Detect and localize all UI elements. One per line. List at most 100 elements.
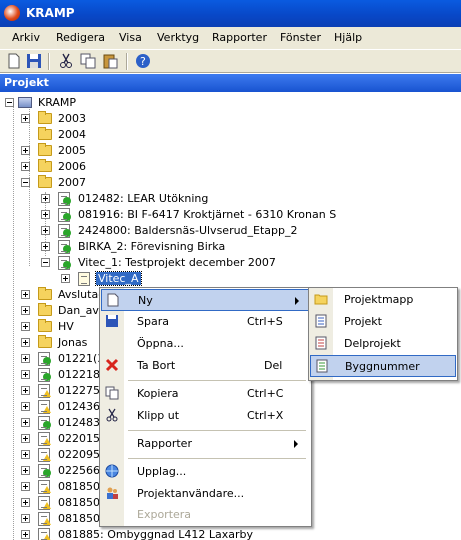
tree-node-selected[interactable]: Vitec_A xyxy=(0,271,200,287)
expand-toggle[interactable] xyxy=(21,290,30,299)
expand-toggle[interactable] xyxy=(41,226,50,235)
menu-item-spara[interactable]: Spara Ctrl+S xyxy=(101,311,310,333)
menu-item-projektanvandare[interactable]: Projektanvändare... xyxy=(101,483,310,505)
tree-node-folder[interactable]: Dan_avs xyxy=(0,303,110,319)
menu-item-rapporter[interactable]: Rapporter xyxy=(101,433,310,455)
menu-verktyg[interactable]: Verktyg xyxy=(157,31,199,44)
expand-toggle[interactable] xyxy=(21,354,30,363)
status-warning-icon xyxy=(43,502,51,509)
expand-toggle[interactable] xyxy=(41,210,50,219)
expand-toggle[interactable] xyxy=(21,466,30,475)
tree-node-project[interactable]: Vitec_1: Testprojekt december 2007 xyxy=(0,255,320,271)
tree-node-year[interactable]: 2004 xyxy=(0,127,200,143)
tree-node-label: 2424800: Baldersnäs-Ulvserud_Etapp_2 xyxy=(78,224,298,237)
collapse-toggle[interactable] xyxy=(41,258,50,267)
tree-node-year[interactable]: 2005 xyxy=(0,143,200,159)
expand-toggle[interactable] xyxy=(21,402,30,411)
tree-node-label: 012482: LEAR Utökning xyxy=(78,192,209,205)
folder-icon xyxy=(38,143,52,156)
cut-icon[interactable] xyxy=(58,53,74,69)
tree-node-project[interactable]: 01221(3 xyxy=(0,351,110,367)
help-icon[interactable]: ? xyxy=(135,53,151,69)
tree-node-project[interactable]: 012218- xyxy=(0,367,110,383)
submenu-item-byggnummer[interactable]: Byggnummer xyxy=(310,355,456,377)
tree-node-project[interactable]: 081885: Ombyggnad L412 Laxarby xyxy=(0,527,300,540)
tree-node-project[interactable]: 2424800: Baldersnäs-Ulvserud_Etapp_2 xyxy=(0,223,320,239)
project-icon xyxy=(38,464,51,478)
status-ok-icon xyxy=(43,373,51,381)
menu-item-label: Delprojekt xyxy=(344,337,401,350)
menu-fonster[interactable]: Fönster xyxy=(280,31,321,44)
menu-item-ta-bort[interactable]: Ta Bort Del xyxy=(101,355,310,377)
menu-redigera[interactable]: Redigera xyxy=(56,31,105,44)
submenu-item-projektmapp[interactable]: Projektmapp xyxy=(310,289,456,311)
folder-icon xyxy=(38,111,52,124)
expand-toggle[interactable] xyxy=(21,306,30,315)
tree-node-label: 2006 xyxy=(58,160,86,173)
expand-toggle[interactable] xyxy=(41,242,50,251)
collapse-toggle[interactable] xyxy=(5,98,14,107)
menu-separator xyxy=(128,380,306,381)
menu-item-ny[interactable]: Ny xyxy=(101,289,310,311)
expand-toggle[interactable] xyxy=(41,194,50,203)
tree-node-project[interactable]: 012436: xyxy=(0,399,110,415)
menu-hjalp[interactable]: Hjälp xyxy=(334,31,362,44)
tree-node-folder[interactable]: HV xyxy=(0,319,110,335)
tree-node-project[interactable]: 081850- xyxy=(0,495,110,511)
subproject-icon xyxy=(78,272,90,286)
expand-toggle[interactable] xyxy=(21,370,30,379)
expand-toggle[interactable] xyxy=(21,162,30,171)
tree-node-project[interactable]: 081916: BI F-6417 Kroktjärnet - 6310 Kro… xyxy=(0,207,336,223)
menu-item-kopiera[interactable]: Kopiera Ctrl+C xyxy=(101,383,310,405)
tree-node-project[interactable]: 022095: xyxy=(0,447,110,463)
toolbar: ? xyxy=(0,49,461,73)
menu-visa[interactable]: Visa xyxy=(119,31,142,44)
expand-toggle[interactable] xyxy=(21,498,30,507)
tree-node-year[interactable]: 2006 xyxy=(0,159,200,175)
tree-node-project[interactable]: 022015: xyxy=(0,431,110,447)
copy-icon[interactable] xyxy=(80,53,96,69)
new-icon[interactable] xyxy=(6,53,22,69)
menu-item-upplag[interactable]: Upplag... xyxy=(101,461,310,483)
tree-node-folder[interactable]: Avslutad xyxy=(0,287,110,303)
tree-node-project[interactable]: BIRKA_2: Förevisning Birka xyxy=(0,239,320,255)
menu-arkiv[interactable]: Arkiv xyxy=(12,31,40,44)
tree-node-year[interactable]: 2003 xyxy=(0,111,200,127)
submenu-item-delprojekt[interactable]: Delprojekt xyxy=(310,333,456,355)
tree-node-project[interactable]: 081850- xyxy=(0,511,110,527)
menu-item-oppna[interactable]: Öppna... xyxy=(101,333,310,355)
expand-toggle[interactable] xyxy=(21,482,30,491)
expand-toggle[interactable] xyxy=(21,450,30,459)
project-icon xyxy=(58,208,71,222)
folder-icon xyxy=(38,335,52,348)
expand-toggle[interactable] xyxy=(21,514,30,523)
expand-toggle[interactable] xyxy=(21,434,30,443)
tree-node-folder[interactable]: Jonas xyxy=(0,335,110,351)
expand-toggle[interactable] xyxy=(21,322,30,331)
collapse-toggle[interactable] xyxy=(21,178,30,187)
expand-toggle[interactable] xyxy=(21,530,30,539)
project-icon xyxy=(58,224,71,238)
menu-item-klipp-ut[interactable]: Klipp ut Ctrl+X xyxy=(101,405,310,427)
submenu-item-projekt[interactable]: Projekt xyxy=(310,311,456,333)
copy-icon xyxy=(105,386,119,400)
tree-node-project[interactable]: 022566: xyxy=(0,463,110,479)
tree-node-project[interactable]: 012275: xyxy=(0,383,110,399)
expand-toggle[interactable] xyxy=(21,114,30,123)
expand-toggle[interactable] xyxy=(21,418,30,427)
paste-icon[interactable] xyxy=(102,53,118,69)
menu-rapporter[interactable]: Rapporter xyxy=(212,31,267,44)
tree-node-project[interactable]: 012482: LEAR Utökning xyxy=(0,191,320,207)
tree-node-label: 022566: xyxy=(58,464,104,477)
tree-node-project[interactable]: 012483: xyxy=(0,415,110,431)
tree-node-year[interactable]: 2007 xyxy=(0,175,200,191)
expand-toggle[interactable] xyxy=(61,274,70,283)
save-icon[interactable] xyxy=(26,53,42,69)
expand-toggle[interactable] xyxy=(21,338,30,347)
expand-toggle[interactable] xyxy=(21,146,30,155)
tree-node-project[interactable]: 081850: xyxy=(0,479,110,495)
tree-node-root[interactable]: KRAMP xyxy=(0,95,200,111)
menu-item-label: Ta Bort xyxy=(137,359,176,372)
tree-node-label: 022095: xyxy=(58,448,104,461)
expand-toggle[interactable] xyxy=(21,386,30,395)
